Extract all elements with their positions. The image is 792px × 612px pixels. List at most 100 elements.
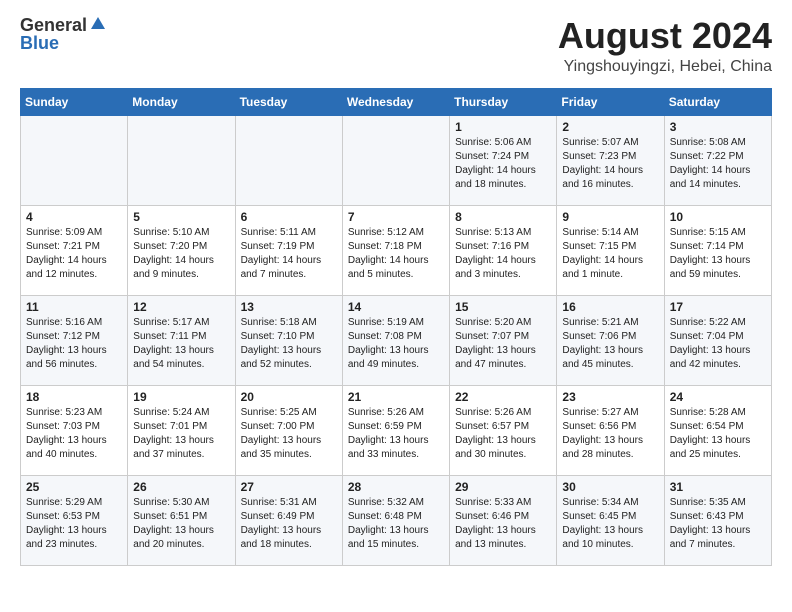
cell-info: Sunrise: 5:23 AM Sunset: 7:03 PM Dayligh… — [26, 406, 122, 462]
day-number: 13 — [241, 300, 337, 314]
calendar-cell: 6 Sunrise: 5:11 AM Sunset: 7:19 PM Daylig… — [235, 205, 342, 295]
calendar-cell: 7 Sunrise: 5:12 AM Sunset: 7:18 PM Daylig… — [342, 205, 449, 295]
calendar-cell: 25Sunrise: 5:29 AM Sunset: 6:53 PM Dayli… — [21, 475, 128, 565]
calendar-cell: 1 Sunrise: 5:06 AM Sunset: 7:24 PM Daylig… — [450, 115, 557, 205]
calendar-week-row: 1 Sunrise: 5:06 AM Sunset: 7:24 PM Daylig… — [21, 115, 772, 205]
calendar-cell: 30Sunrise: 5:34 AM Sunset: 6:45 PM Dayli… — [557, 475, 664, 565]
calendar-cell: 18 Sunrise: 5:23 AM Sunset: 7:03 PM Dayli… — [21, 385, 128, 475]
calendar-cell: 24 Sunrise: 5:28 AM Sunset: 6:54 PM Dayli… — [664, 385, 771, 475]
day-number: 1 — [455, 120, 551, 134]
calendar-cell: 19 Sunrise: 5:24 AM Sunset: 7:01 PM Dayli… — [128, 385, 235, 475]
calendar-cell: 10 Sunrise: 5:15 AM Sunset: 7:14 PM Dayli… — [664, 205, 771, 295]
calendar-cell — [342, 115, 449, 205]
day-number: 14 — [348, 300, 444, 314]
cell-info: Sunrise: 5:06 AM Sunset: 7:24 PM Dayligh… — [455, 136, 551, 192]
calendar-cell: 22Sunrise: 5:26 AM Sunset: 6:57 PM Dayli… — [450, 385, 557, 475]
cell-info: Sunrise: 5:14 AM Sunset: 7:15 PM Dayligh… — [562, 226, 658, 282]
cell-info: Sunrise: 5:21 AM Sunset: 7:06 PM Dayligh… — [562, 316, 658, 372]
calendar-cell: 20 Sunrise: 5:25 AM Sunset: 7:00 PM Dayli… — [235, 385, 342, 475]
day-number: 3 — [670, 120, 766, 134]
calendar-cell: 21 Sunrise: 5:26 AM Sunset: 6:59 PM Dayli… — [342, 385, 449, 475]
calendar-cell: 16 Sunrise: 5:21 AM Sunset: 7:06 PM Dayli… — [557, 295, 664, 385]
cell-info: Sunrise: 5:31 AM Sunset: 6:49 PM Dayligh… — [241, 496, 337, 552]
header-tuesday: Tuesday — [235, 88, 342, 115]
calendar-cell: 17 Sunrise: 5:22 AM Sunset: 7:04 PM Dayli… — [664, 295, 771, 385]
calendar-cell: 26 Sunrise: 5:30 AM Sunset: 6:51 PM Dayli… — [128, 475, 235, 565]
cell-info: Sunrise: 5:15 AM Sunset: 7:14 PM Dayligh… — [670, 226, 766, 282]
calendar-cell — [21, 115, 128, 205]
day-number: 11 — [26, 300, 122, 314]
cell-info: Sunrise: 5:09 AM Sunset: 7:21 PM Dayligh… — [26, 226, 122, 282]
calendar-cell: 5 Sunrise: 5:10 AM Sunset: 7:20 PM Daylig… — [128, 205, 235, 295]
day-number: 27 — [241, 480, 337, 494]
calendar-cell — [235, 115, 342, 205]
logo: General Blue — [20, 16, 107, 52]
day-number: 19 — [133, 390, 229, 404]
day-number: 10 — [670, 210, 766, 224]
day-number: 30 — [562, 480, 658, 494]
page-header: General Blue August 2024 Yingshouyingzi,… — [20, 16, 772, 76]
header-saturday: Saturday — [664, 88, 771, 115]
day-number: 6 — [241, 210, 337, 224]
cell-info: Sunrise: 5:10 AM Sunset: 7:20 PM Dayligh… — [133, 226, 229, 282]
day-number: 29 — [455, 480, 551, 494]
day-number: 25 — [26, 480, 122, 494]
cell-info: Sunrise: 5:12 AM Sunset: 7:18 PM Dayligh… — [348, 226, 444, 282]
cell-info: Sunrise: 5:17 AM Sunset: 7:11 PM Dayligh… — [133, 316, 229, 372]
day-number: 4 — [26, 210, 122, 224]
cell-info: Sunrise: 5:27 AM Sunset: 6:56 PM Dayligh… — [562, 406, 658, 462]
day-number: 17 — [670, 300, 766, 314]
logo-icon — [89, 15, 107, 33]
day-number: 7 — [348, 210, 444, 224]
day-number: 22 — [455, 390, 551, 404]
calendar-cell: 28Sunrise: 5:32 AM Sunset: 6:48 PM Dayli… — [342, 475, 449, 565]
calendar-cell: 12Sunrise: 5:17 AM Sunset: 7:11 PM Dayli… — [128, 295, 235, 385]
calendar-week-row: 18 Sunrise: 5:23 AM Sunset: 7:03 PM Dayli… — [21, 385, 772, 475]
cell-info: Sunrise: 5:28 AM Sunset: 6:54 PM Dayligh… — [670, 406, 766, 462]
calendar-cell: 13Sunrise: 5:18 AM Sunset: 7:10 PM Dayli… — [235, 295, 342, 385]
header-sunday: Sunday — [21, 88, 128, 115]
day-number: 21 — [348, 390, 444, 404]
cell-info: Sunrise: 5:16 AM Sunset: 7:12 PM Dayligh… — [26, 316, 122, 372]
logo-general-text: General — [20, 16, 87, 34]
calendar-cell: 8Sunrise: 5:13 AM Sunset: 7:16 PM Daylig… — [450, 205, 557, 295]
day-number: 16 — [562, 300, 658, 314]
location-subtitle: Yingshouyingzi, Hebei, China — [558, 58, 772, 76]
day-number: 23 — [562, 390, 658, 404]
calendar-cell: 27 Sunrise: 5:31 AM Sunset: 6:49 PM Dayli… — [235, 475, 342, 565]
cell-info: Sunrise: 5:07 AM Sunset: 7:23 PM Dayligh… — [562, 136, 658, 192]
cell-info: Sunrise: 5:11 AM Sunset: 7:19 PM Dayligh… — [241, 226, 337, 282]
title-block: August 2024 Yingshouyingzi, Hebei, China — [558, 16, 772, 76]
day-number: 2 — [562, 120, 658, 134]
header-wednesday: Wednesday — [342, 88, 449, 115]
calendar-week-row: 11 Sunrise: 5:16 AM Sunset: 7:12 PM Dayli… — [21, 295, 772, 385]
cell-info: Sunrise: 5:19 AM Sunset: 7:08 PM Dayligh… — [348, 316, 444, 372]
cell-info: Sunrise: 5:33 AM Sunset: 6:46 PM Dayligh… — [455, 496, 551, 552]
day-number: 24 — [670, 390, 766, 404]
calendar-cell: 3Sunrise: 5:08 AM Sunset: 7:22 PM Daylig… — [664, 115, 771, 205]
calendar-week-row: 4 Sunrise: 5:09 AM Sunset: 7:21 PM Daylig… — [21, 205, 772, 295]
header-monday: Monday — [128, 88, 235, 115]
day-number: 18 — [26, 390, 122, 404]
cell-info: Sunrise: 5:25 AM Sunset: 7:00 PM Dayligh… — [241, 406, 337, 462]
cell-info: Sunrise: 5:30 AM Sunset: 6:51 PM Dayligh… — [133, 496, 229, 552]
calendar-cell: 31Sunrise: 5:35 AM Sunset: 6:43 PM Dayli… — [664, 475, 771, 565]
header-thursday: Thursday — [450, 88, 557, 115]
cell-info: Sunrise: 5:26 AM Sunset: 6:59 PM Dayligh… — [348, 406, 444, 462]
calendar-cell: 29 Sunrise: 5:33 AM Sunset: 6:46 PM Dayli… — [450, 475, 557, 565]
day-number: 20 — [241, 390, 337, 404]
cell-info: Sunrise: 5:22 AM Sunset: 7:04 PM Dayligh… — [670, 316, 766, 372]
calendar-cell: 23 Sunrise: 5:27 AM Sunset: 6:56 PM Dayli… — [557, 385, 664, 475]
day-number: 28 — [348, 480, 444, 494]
day-number: 26 — [133, 480, 229, 494]
calendar-cell: 9 Sunrise: 5:14 AM Sunset: 7:15 PM Daylig… — [557, 205, 664, 295]
calendar-week-row: 25Sunrise: 5:29 AM Sunset: 6:53 PM Dayli… — [21, 475, 772, 565]
cell-info: Sunrise: 5:24 AM Sunset: 7:01 PM Dayligh… — [133, 406, 229, 462]
day-number: 15 — [455, 300, 551, 314]
day-number: 9 — [562, 210, 658, 224]
calendar-cell — [128, 115, 235, 205]
header-friday: Friday — [557, 88, 664, 115]
day-number: 8 — [455, 210, 551, 224]
day-number: 5 — [133, 210, 229, 224]
calendar-cell: 14 Sunrise: 5:19 AM Sunset: 7:08 PM Dayli… — [342, 295, 449, 385]
